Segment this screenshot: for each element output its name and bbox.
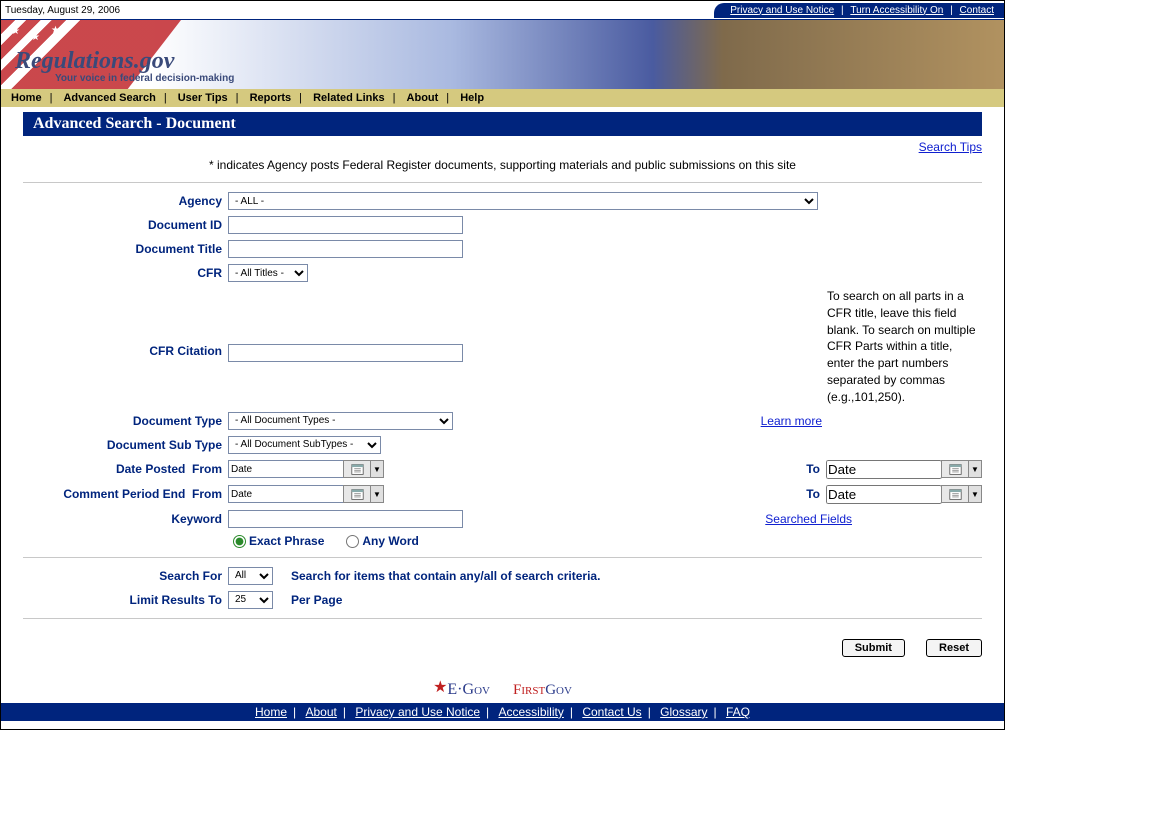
comment-period-end-label: Comment Period End From (23, 487, 228, 501)
search-for-label: Search For (23, 569, 228, 583)
search-tips-link[interactable]: Search Tips (919, 140, 982, 154)
date-posted-from-input[interactable] (228, 460, 344, 478)
footer-privacy[interactable]: Privacy and Use Notice (355, 705, 480, 719)
limit-results-label: Limit Results To (23, 593, 228, 607)
document-type-select[interactable]: - All Document Types - (228, 412, 453, 430)
nav-about[interactable]: About (407, 92, 439, 104)
any-word-radio[interactable] (346, 535, 359, 548)
star-icon: ★ (31, 32, 40, 43)
date-text: Tuesday, August 29, 2006 (1, 5, 120, 16)
footer-about[interactable]: About (305, 705, 336, 719)
egov-logo[interactable]: ★E·Gov (433, 677, 490, 699)
document-title-input[interactable] (228, 240, 463, 258)
limit-results-select[interactable]: 25 (228, 591, 273, 609)
comment-end-from-input[interactable] (228, 485, 344, 503)
calendar-icon[interactable] (941, 485, 969, 503)
top-bar: Tuesday, August 29, 2006 Privacy and Use… (1, 1, 1004, 19)
dropdown-icon[interactable]: ▼ (968, 485, 982, 503)
to-label: To (806, 462, 826, 476)
firstgov-logo[interactable]: FirstGov (513, 682, 572, 699)
date-posted-to-input[interactable] (826, 460, 942, 479)
privacy-link[interactable]: Privacy and Use Notice (730, 5, 834, 16)
site-title: Regulations.gov (15, 48, 234, 75)
divider (23, 182, 982, 183)
dropdown-icon[interactable]: ▼ (370, 485, 384, 503)
search-form: Agency - ALL - Document ID Document Titl… (1, 189, 1004, 619)
document-title-label: Document Title (23, 242, 228, 256)
any-word-option[interactable]: Any Word (346, 534, 418, 548)
document-id-label: Document ID (23, 218, 228, 232)
cfr-label: CFR (23, 266, 228, 280)
footer-glossary[interactable]: Glossary (660, 705, 707, 719)
page-title: Advanced Search - Document (23, 112, 982, 136)
document-subtype-label: Document Sub Type (23, 438, 228, 452)
to-label: To (806, 487, 826, 501)
footer-faq[interactable]: FAQ (726, 705, 750, 719)
star-icon: ★ (11, 26, 20, 37)
indicator-note: * indicates Agency posts Federal Registe… (1, 154, 1004, 176)
footer-accessibility[interactable]: Accessibility (499, 705, 564, 719)
cfr-citation-input[interactable] (228, 344, 463, 362)
divider (23, 557, 982, 558)
searched-fields-link[interactable]: Searched Fields (765, 512, 852, 526)
exact-phrase-option[interactable]: Exact Phrase (233, 534, 324, 548)
calendar-icon[interactable] (941, 460, 969, 478)
agency-select[interactable]: - ALL - (228, 192, 818, 210)
nav-home[interactable]: Home (11, 92, 42, 104)
exact-phrase-radio[interactable] (233, 535, 246, 548)
comment-end-to-input[interactable] (826, 485, 942, 504)
reset-button[interactable]: Reset (926, 639, 982, 657)
dropdown-icon[interactable]: ▼ (370, 460, 384, 478)
footer-nav: Home| About| Privacy and Use Notice| Acc… (1, 703, 1004, 721)
calendar-icon[interactable] (343, 460, 371, 478)
accessibility-link[interactable]: Turn Accessibility On (850, 5, 943, 16)
per-page-label: Per Page (291, 593, 342, 607)
nav-related-links[interactable]: Related Links (313, 92, 385, 104)
star-icon: ★ (51, 25, 60, 36)
submit-button[interactable]: Submit (842, 639, 905, 657)
contact-link[interactable]: Contact (960, 5, 994, 16)
site-subtitle: Your voice in federal decision-making (55, 73, 234, 84)
document-type-label: Document Type (23, 414, 228, 428)
search-for-desc: Search for items that contain any/all of… (291, 569, 600, 583)
site-logo: Regulations.gov Your voice in federal de… (15, 48, 234, 84)
keyword-input[interactable] (228, 510, 463, 528)
learn-more-link[interactable]: Learn more (761, 414, 822, 428)
divider (23, 618, 982, 619)
cfr-help-text: To search on all parts in a CFR title, l… (827, 288, 982, 406)
calendar-icon[interactable] (343, 485, 371, 503)
document-id-input[interactable] (228, 216, 463, 234)
nav-help[interactable]: Help (460, 92, 484, 104)
keyword-label: Keyword (23, 512, 228, 526)
banner: ★ ★ ★ Regulations.gov Your voice in fede… (1, 19, 1004, 89)
main-nav: Home| Advanced Search| User Tips| Report… (1, 89, 1004, 107)
footer-contact[interactable]: Contact Us (582, 705, 641, 719)
cfr-citation-label: CFR Citation (23, 288, 228, 358)
date-posted-label: Date Posted From (23, 462, 228, 476)
footer-logos: ★E·Gov FirstGov (1, 663, 1004, 703)
cfr-select[interactable]: - All Titles - (228, 264, 308, 282)
footer-home[interactable]: Home (255, 705, 287, 719)
search-for-select[interactable]: All (228, 567, 273, 585)
nav-advanced-search[interactable]: Advanced Search (63, 92, 155, 104)
document-subtype-select[interactable]: - All Document SubTypes - (228, 436, 381, 454)
top-links: Privacy and Use Notice | Turn Accessibil… (714, 3, 1004, 18)
nav-user-tips[interactable]: User Tips (178, 92, 228, 104)
nav-reports[interactable]: Reports (250, 92, 292, 104)
agency-label: Agency (23, 194, 228, 208)
dropdown-icon[interactable]: ▼ (968, 460, 982, 478)
